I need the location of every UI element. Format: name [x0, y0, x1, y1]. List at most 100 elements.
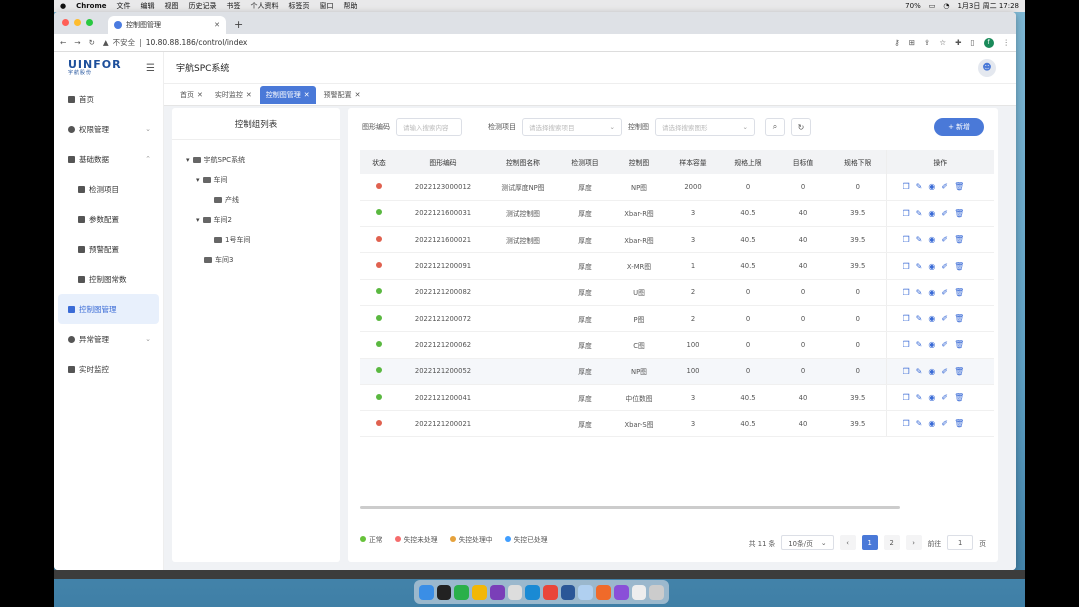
- table-row[interactable]: 2022123000012 测试厚度NP图 厚度 NP图 2000 0 0 0 ❐✎◉✐🗑: [360, 174, 994, 201]
- delete-icon[interactable]: 🗑: [954, 209, 970, 218]
- tab-control-charts[interactable]: 控制图管理 ✕: [259, 85, 316, 104]
- trash-icon[interactable]: [649, 584, 665, 600]
- sidepanel-icon[interactable]: ▯: [970, 38, 974, 47]
- notes-icon[interactable]: [472, 584, 487, 600]
- menu-tabs[interactable]: 标签页: [289, 1, 310, 11]
- col-name[interactable]: 控制图名称: [488, 150, 558, 174]
- sidebar-item-params[interactable]: 参数配置: [54, 204, 163, 234]
- reload-icon[interactable]: ↻: [89, 38, 95, 47]
- sidebar-item-constants[interactable]: 控制图常数: [54, 264, 163, 294]
- add-button[interactable]: + 新增: [934, 118, 984, 136]
- page-button-1[interactable]: 1: [861, 535, 878, 550]
- pen-icon[interactable]: ✐: [941, 393, 954, 402]
- page-size-select[interactable]: 10条/页 ⌄: [781, 535, 834, 550]
- page-jump-input[interactable]: 1: [947, 535, 974, 550]
- horizontal-scrollbar[interactable]: [360, 506, 900, 509]
- edit-icon[interactable]: ✎: [916, 367, 929, 376]
- delete-icon[interactable]: 🗑: [954, 367, 970, 376]
- pen-icon[interactable]: ✐: [941, 419, 954, 428]
- user-avatar[interactable]: ☻: [978, 59, 996, 77]
- tree-node-workshop-no1[interactable]: 1号车间: [172, 230, 340, 250]
- table-row[interactable]: 2022121200091 厚度 X-MR图 1 40.5 40 39.5 ❐✎◉✐🗑: [360, 252, 994, 280]
- edit-icon[interactable]: ✎: [916, 340, 929, 349]
- edit-icon[interactable]: ✎: [916, 288, 929, 297]
- search-app-icon[interactable]: [507, 584, 523, 600]
- view-icon[interactable]: ◉: [928, 393, 941, 402]
- tab-monitor[interactable]: 实时监控 ✕: [211, 86, 256, 104]
- sidebar-item-exceptions[interactable]: 异常管理 ⌄: [54, 324, 163, 354]
- close-tab-icon[interactable]: ✕: [304, 91, 310, 99]
- view-icon[interactable]: ◉: [928, 262, 941, 271]
- pen-icon[interactable]: ✐: [941, 209, 954, 218]
- pen-icon[interactable]: ✐: [941, 235, 954, 244]
- search-button[interactable]: ⌕: [765, 118, 785, 136]
- pen-icon[interactable]: ✐: [941, 367, 954, 376]
- pen-icon[interactable]: ✐: [941, 262, 954, 271]
- menu-edit[interactable]: 编辑: [141, 1, 155, 11]
- share-icon[interactable]: ⇪: [924, 38, 930, 47]
- zoom-window-button[interactable]: [86, 19, 93, 26]
- menu-view[interactable]: 视图: [165, 1, 179, 11]
- col-code[interactable]: 图形编码: [398, 150, 488, 174]
- menu-help[interactable]: 帮助: [344, 1, 358, 11]
- table-row[interactable]: 2022121200082 厚度 U图 2 0 0 0 ❐✎◉✐🗑: [360, 279, 994, 306]
- tree-node-line[interactable]: 产线: [172, 190, 340, 210]
- chrome-icon[interactable]: [543, 584, 558, 600]
- editor-icon[interactable]: [489, 584, 505, 600]
- col-chart[interactable]: 控制图: [612, 150, 666, 174]
- sidebar-item-basic-data[interactable]: 基础数据 ⌃: [54, 144, 163, 174]
- edit-icon[interactable]: ✎: [916, 262, 929, 271]
- menu-file[interactable]: 文件: [117, 1, 131, 11]
- menu-window[interactable]: 窗口: [320, 1, 334, 11]
- menu-profile[interactable]: 个人资料: [251, 1, 279, 11]
- edit-icon[interactable]: ✎: [916, 419, 929, 428]
- copy-icon[interactable]: ❐: [903, 235, 916, 244]
- col-item[interactable]: 检测项目: [558, 150, 612, 174]
- copy-icon[interactable]: ❐: [903, 393, 916, 402]
- chart-select[interactable]: 请选择搜索图形 ⌄: [655, 118, 755, 136]
- menu-history[interactable]: 历史记录: [189, 1, 217, 11]
- collapse-menu-icon[interactable]: ☰: [146, 63, 155, 74]
- extensions-icon[interactable]: ✚: [955, 38, 961, 47]
- url-field[interactable]: ▲ 不安全 | 10.80.88.186/control/index: [103, 37, 886, 48]
- pen-icon[interactable]: ✐: [941, 314, 954, 323]
- copy-icon[interactable]: ❐: [903, 262, 916, 271]
- wifi-icon[interactable]: ◔: [943, 2, 949, 10]
- close-tab-icon[interactable]: ✕: [214, 21, 220, 29]
- pen-icon[interactable]: ✐: [941, 340, 954, 349]
- new-tab-icon[interactable]: +: [234, 18, 243, 31]
- sidebar-item-monitor[interactable]: 实时监控: [54, 354, 163, 384]
- table-row[interactable]: 2022121200052 厚度 NP图 100 0 0 0 ❐✎◉✐🗑: [360, 358, 994, 385]
- menu-bookmarks[interactable]: 书签: [227, 1, 241, 11]
- edit-icon[interactable]: ✎: [916, 393, 929, 402]
- col-sample[interactable]: 样本容量: [666, 150, 720, 174]
- finder-icon[interactable]: [419, 584, 434, 600]
- copy-icon[interactable]: ❐: [903, 209, 916, 218]
- close-window-button[interactable]: [62, 19, 69, 26]
- tree-node-root[interactable]: ▾ 宇航SPC系统: [172, 150, 340, 170]
- delete-icon[interactable]: 🗑: [954, 182, 970, 191]
- tab-alerts[interactable]: 预警配置 ✕: [320, 86, 365, 104]
- sidebar-item-permissions[interactable]: 权限管理 ⌄: [54, 114, 163, 144]
- copy-icon[interactable]: ❐: [903, 288, 916, 297]
- copy-icon[interactable]: ❐: [903, 314, 916, 323]
- tree-node-workshop2[interactable]: ▾ 车间2: [172, 210, 340, 230]
- close-tab-icon[interactable]: ✕: [197, 91, 203, 99]
- minimize-window-button[interactable]: [74, 19, 81, 26]
- terminal-icon[interactable]: [436, 584, 452, 600]
- view-icon[interactable]: ◉: [928, 314, 941, 323]
- col-lsl[interactable]: 规格下限: [830, 150, 886, 174]
- key-icon[interactable]: ⚷: [894, 38, 900, 47]
- item-select[interactable]: 请选择搜索项目 ⌄: [522, 118, 622, 136]
- back-icon[interactable]: ←: [60, 38, 66, 47]
- edit-icon[interactable]: ✎: [916, 314, 929, 323]
- table-row[interactable]: 2022121600031 测试控制图 厚度 Xbar-R图 3 40.5 40 39.5 ❐✎…: [360, 200, 994, 228]
- table-row[interactable]: 2022121200062 厚度 C图 100 0 0 0 ❐✎◉✐🗑: [360, 331, 994, 359]
- delete-icon[interactable]: 🗑: [954, 288, 970, 297]
- view-icon[interactable]: ◉: [928, 419, 941, 428]
- col-status[interactable]: 状态: [360, 150, 398, 174]
- copy-icon[interactable]: ❐: [903, 182, 916, 191]
- table-row[interactable]: 2022121200072 厚度 P图 2 0 0 0 ❐✎◉✐🗑: [360, 305, 994, 333]
- tree-node-workshop[interactable]: ▾ 车间: [172, 170, 340, 190]
- sidebar-item-alerts[interactable]: 预警配置: [54, 234, 163, 264]
